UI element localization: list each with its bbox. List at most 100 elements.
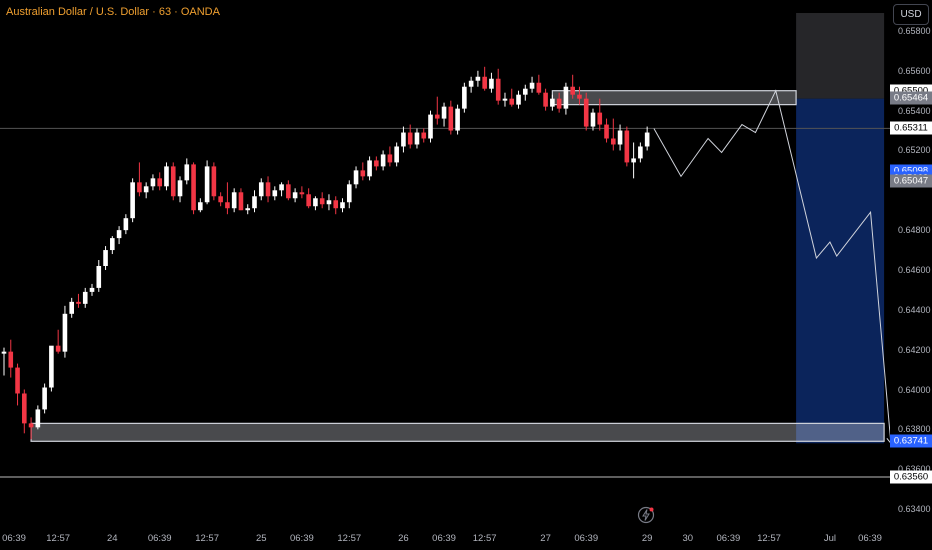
candle xyxy=(299,192,305,195)
time-tick: Jul xyxy=(823,533,837,544)
price-badge: 0.65464 xyxy=(890,91,932,105)
candle xyxy=(529,82,535,89)
candle xyxy=(292,192,298,199)
candle xyxy=(489,78,494,89)
candle xyxy=(611,138,616,145)
candle xyxy=(103,250,108,266)
time-tick: 12:57 xyxy=(757,533,781,544)
candle xyxy=(76,301,81,304)
candle xyxy=(143,186,149,193)
candle xyxy=(407,132,413,145)
candle xyxy=(550,98,555,107)
candle xyxy=(286,184,291,199)
price-tick: 0.65200 xyxy=(898,145,931,156)
candle xyxy=(42,387,47,410)
price-tick: 0.65800 xyxy=(898,25,931,36)
price-tick: 0.65600 xyxy=(898,65,931,76)
candle xyxy=(272,190,278,197)
candle xyxy=(319,198,325,205)
candle xyxy=(313,198,318,207)
time-tick: 06:39 xyxy=(147,533,172,544)
lightning-icon[interactable] xyxy=(637,506,655,524)
candle xyxy=(35,409,41,428)
candle xyxy=(374,160,379,167)
zone-box xyxy=(30,422,885,442)
candle xyxy=(333,200,339,209)
candle xyxy=(89,287,95,292)
candle xyxy=(55,345,61,352)
candle xyxy=(82,291,88,304)
time-tick: 06:39 xyxy=(716,533,741,544)
time-tick: 12:57 xyxy=(46,533,71,544)
candle xyxy=(577,94,582,99)
candle xyxy=(583,98,589,127)
time-tick: 26 xyxy=(398,533,409,544)
candle xyxy=(590,112,596,127)
zone-box xyxy=(551,90,797,106)
candle xyxy=(279,184,284,191)
candle xyxy=(49,345,54,388)
price-axis[interactable]: 0.65800 0.65600 0.65400 0.65200 0.64800 0.646… xyxy=(890,0,932,527)
candle xyxy=(441,106,447,119)
time-axis[interactable]: 06:39 12:57 24 06:39 12:57 25 06:39 12:57 26 06:3… xyxy=(0,527,890,550)
candle xyxy=(367,160,372,177)
candle xyxy=(543,92,548,107)
target-zone xyxy=(796,98,885,444)
time-tick: 24 xyxy=(107,533,118,544)
price-badge: 0.65047 xyxy=(890,174,932,188)
candle xyxy=(482,76,487,89)
candle xyxy=(110,238,115,251)
candle xyxy=(130,182,135,219)
time-tick: 29 xyxy=(641,533,653,544)
candle xyxy=(150,178,156,187)
candle xyxy=(380,154,386,167)
price-chart[interactable] xyxy=(0,0,890,527)
candle xyxy=(468,80,474,87)
candle xyxy=(218,196,223,203)
candle xyxy=(556,98,562,109)
candle xyxy=(238,192,244,211)
candle xyxy=(360,170,366,177)
candle xyxy=(137,182,142,193)
candle xyxy=(563,86,569,109)
candle xyxy=(448,106,454,131)
candle xyxy=(191,164,196,211)
candle xyxy=(184,164,190,181)
candle xyxy=(258,182,264,197)
time-tick: 06:39 xyxy=(2,533,26,544)
candle xyxy=(170,166,176,197)
candle xyxy=(1,351,7,354)
time-tick: 06:39 xyxy=(432,533,456,544)
currency-button[interactable]: USD xyxy=(893,4,929,25)
candle xyxy=(157,178,163,187)
candle xyxy=(123,218,129,231)
candle xyxy=(509,98,515,105)
time-tick: 06:39 xyxy=(289,533,314,544)
candle xyxy=(245,208,251,211)
time-tick: 12:57 xyxy=(337,533,362,544)
candle xyxy=(177,180,183,197)
candle xyxy=(116,230,122,239)
time-tick: 30 xyxy=(682,533,694,544)
candle xyxy=(495,78,501,101)
time-tick: 12:57 xyxy=(472,533,497,544)
price-tick: 0.64600 xyxy=(898,264,931,275)
candle xyxy=(536,82,542,93)
price-badge: 0.63560 xyxy=(890,470,932,484)
candle xyxy=(231,192,237,209)
candle xyxy=(644,132,650,147)
candle xyxy=(28,423,34,428)
time-tick: 27 xyxy=(540,533,551,544)
time-tick: 25 xyxy=(255,533,267,544)
candle xyxy=(401,132,406,147)
candle xyxy=(211,166,217,197)
candle xyxy=(421,132,427,139)
candle xyxy=(597,112,603,125)
candle xyxy=(198,202,203,211)
price-badge: 0.65311 xyxy=(890,121,932,135)
candle xyxy=(414,132,420,145)
candle xyxy=(434,114,440,119)
candle xyxy=(394,146,399,163)
candle xyxy=(387,154,393,163)
candle xyxy=(428,114,433,139)
